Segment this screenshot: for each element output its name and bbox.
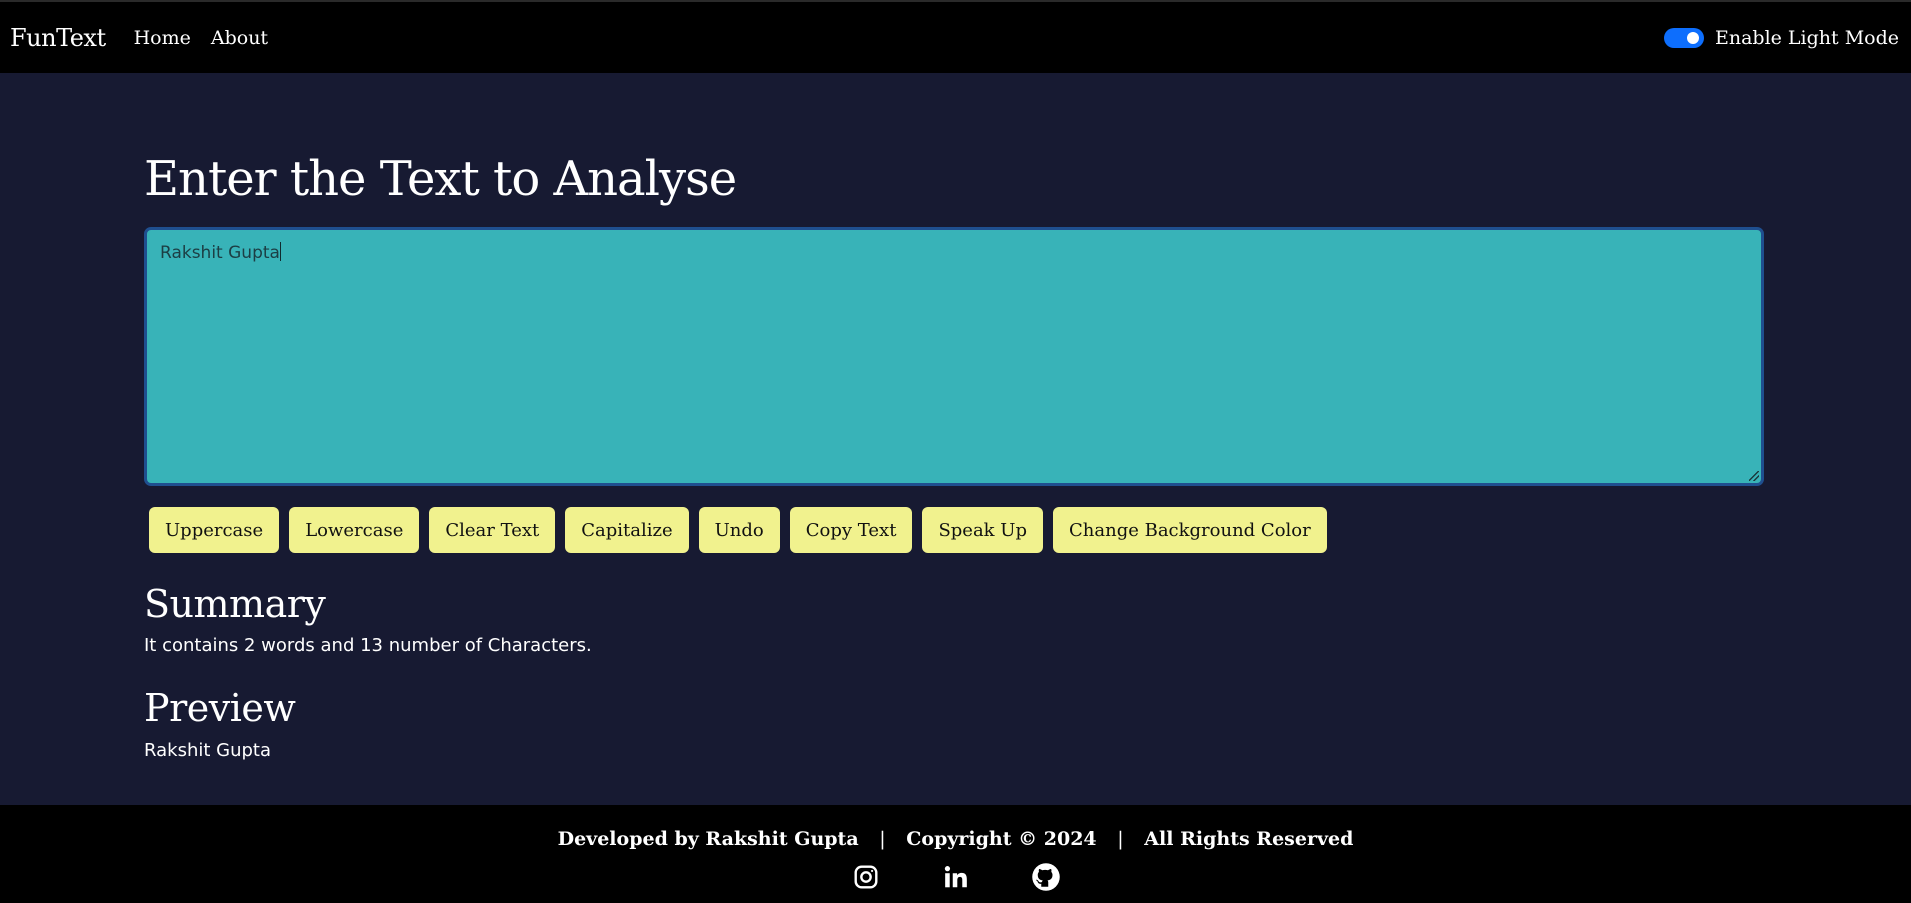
change-background-color-button[interactable]: Change Background Color [1053, 507, 1327, 553]
light-mode-label[interactable]: Enable Light Mode [1715, 27, 1899, 49]
preview-heading: Preview [144, 686, 296, 730]
preview-text: Rakshit Gupta [144, 740, 272, 761]
lowercase-button[interactable]: Lowercase [289, 507, 420, 553]
toggle-knob [1686, 31, 1699, 44]
action-buttons: Uppercase Lowercase Clear Text Capitaliz… [144, 507, 1764, 553]
text-caret [279, 242, 281, 261]
footer-rights: All Rights Reserved [1144, 828, 1354, 850]
capitalize-button[interactable]: Capitalize [565, 507, 689, 553]
footer: Developed by Rakshit Gupta | Copyright ©… [0, 805, 1911, 903]
summary-text: It contains 2 words and 13 number of Cha… [144, 635, 592, 656]
theme-toggle-group: Enable Light Mode [1663, 27, 1901, 49]
social-links [0, 860, 1911, 894]
undo-button[interactable]: Undo [698, 507, 780, 553]
instagram-icon[interactable] [849, 860, 883, 894]
page-title: Enter the Text to Analyse [144, 151, 737, 207]
textarea-value: Rakshit Gupta [160, 243, 280, 263]
clear-text-button[interactable]: Clear Text [429, 507, 556, 553]
navbar: FunText Home About Enable Light Mode [0, 0, 1911, 73]
speak-up-button[interactable]: Speak Up [922, 507, 1043, 553]
linkedin-icon[interactable] [939, 860, 973, 894]
footer-credits: Developed by Rakshit Gupta | Copyright ©… [0, 828, 1911, 850]
copy-text-button[interactable]: Copy Text [789, 507, 913, 553]
footer-developed-by: Developed by Rakshit Gupta [557, 828, 859, 850]
uppercase-button[interactable]: Uppercase [149, 507, 280, 553]
resize-handle-icon[interactable] [1749, 471, 1759, 481]
brand-logo[interactable]: FunText [10, 24, 106, 52]
footer-copyright: Copyright © 2024 [906, 828, 1097, 850]
nav-link-about[interactable]: About [211, 27, 268, 49]
nav-link-home[interactable]: Home [134, 27, 191, 49]
text-input-area[interactable]: Rakshit Gupta [144, 227, 1764, 486]
summary-heading: Summary [144, 582, 326, 626]
light-mode-toggle[interactable] [1663, 27, 1704, 48]
github-icon[interactable] [1029, 860, 1063, 894]
main-content: Enter the Text to Analyse Rakshit Gupta … [144, 73, 1764, 761]
footer-separator: | [1117, 828, 1124, 850]
footer-separator: | [879, 828, 886, 850]
